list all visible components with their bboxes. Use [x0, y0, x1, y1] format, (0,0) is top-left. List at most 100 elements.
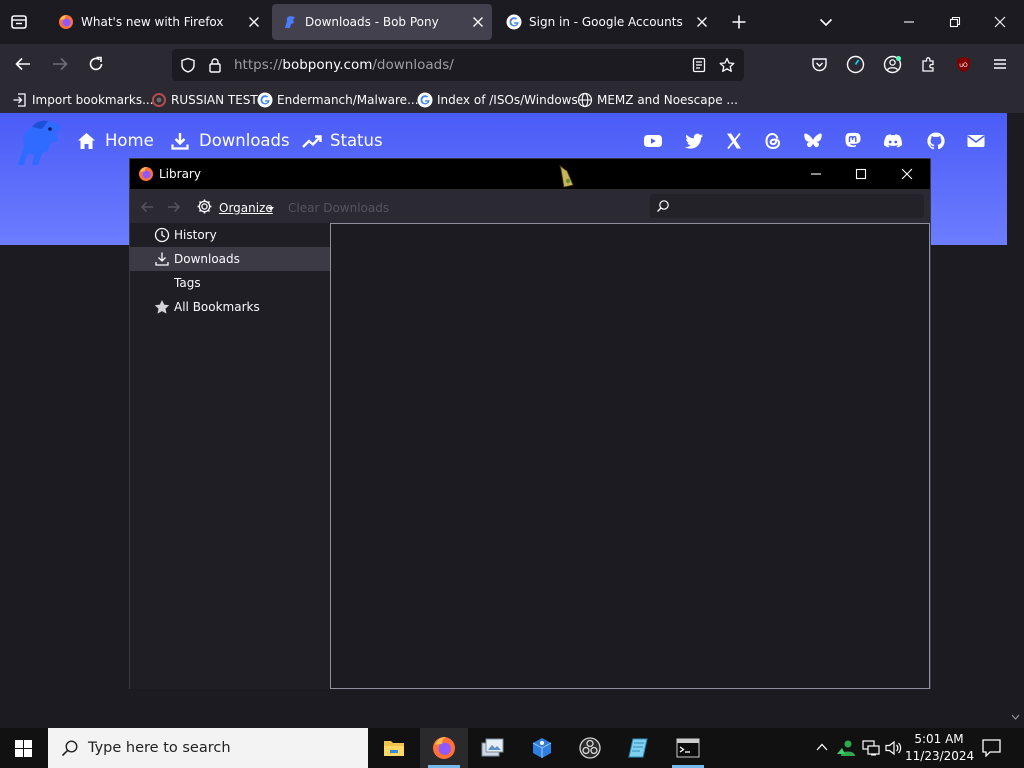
show-hidden-icons-icon[interactable]	[816, 742, 828, 752]
taskbar-search-box[interactable]: Type here to search	[48, 728, 368, 768]
bobpony-logo-icon[interactable]	[12, 117, 64, 167]
youtube-icon[interactable]	[643, 131, 663, 151]
sidebar-item-label: Downloads	[174, 252, 240, 266]
restore-icon[interactable]	[949, 16, 961, 28]
star-icon	[154, 299, 170, 315]
tab-whats-new[interactable]: What's new with Firefox	[48, 4, 268, 40]
tracking-protection-icon[interactable]	[180, 57, 196, 73]
taskbar-obs[interactable]	[566, 728, 614, 768]
close-tab-icon[interactable]	[472, 16, 484, 28]
tab-downloads-bob-pony[interactable]: Downloads - Bob Pony	[272, 4, 492, 40]
file-explorer-icon	[383, 738, 405, 758]
forward-icon[interactable]	[51, 55, 69, 73]
organize-label: Organize	[219, 201, 273, 215]
extensions-icon[interactable]	[920, 56, 937, 73]
taskbar-file-explorer[interactable]	[370, 728, 418, 768]
pocket-icon[interactable]	[811, 56, 828, 73]
downloads-list[interactable]	[330, 223, 930, 689]
sidebar-item-label: History	[174, 228, 217, 242]
taskbar-firefox[interactable]	[420, 728, 468, 768]
bookmark-import[interactable]: Import bookmarks...	[12, 90, 154, 108]
ublock-origin-icon[interactable]: uO	[955, 56, 972, 73]
navigation-toolbar: https://bobpony.com/downloads/ uO	[0, 44, 1024, 85]
library-minimize-icon[interactable]	[810, 168, 822, 180]
x-icon[interactable]	[724, 131, 744, 151]
library-titlebar[interactable]: Library	[130, 159, 930, 189]
nav-downloads[interactable]: Downloads	[171, 130, 290, 152]
organize-button[interactable]: Organize	[196, 197, 276, 217]
scroll-down-icon[interactable]	[1011, 714, 1020, 720]
google-icon	[257, 92, 273, 108]
sidebar-item-downloads[interactable]: Downloads	[130, 247, 330, 271]
gear-icon	[196, 198, 213, 215]
reader-view-icon[interactable]	[691, 57, 707, 73]
import-icon	[12, 92, 28, 108]
close-tab-icon[interactable]	[696, 16, 708, 28]
notifications-icon[interactable]	[982, 739, 1001, 757]
nav-status[interactable]: Status	[302, 130, 383, 152]
taskbar-settings-cube[interactable]	[518, 728, 566, 768]
volume-icon[interactable]	[885, 740, 903, 756]
bookmark-memz[interactable]: MEMZ and Noescape ...	[577, 90, 738, 108]
photos-icon	[481, 738, 504, 758]
library-search-input[interactable]	[650, 194, 924, 218]
mail-icon[interactable]	[966, 131, 986, 151]
list-all-tabs-icon[interactable]	[818, 14, 834, 30]
tab-google-sign-in[interactable]: Sign in - Google Accounts	[496, 4, 716, 40]
firefox-icon	[138, 166, 154, 182]
dropdown-arrow-icon	[268, 207, 274, 211]
speedometer-icon[interactable]	[846, 55, 865, 74]
account-icon[interactable]	[883, 55, 902, 74]
sidebar-item-tags[interactable]: Tags	[130, 271, 330, 295]
clear-downloads-button[interactable]: Clear Downloads	[288, 200, 389, 216]
nav-label: Downloads	[199, 131, 290, 150]
firefox-view-icon[interactable]	[10, 13, 28, 31]
library-forward-icon[interactable]	[166, 199, 182, 215]
home-icon	[77, 132, 96, 150]
windows-start-icon[interactable]	[15, 740, 32, 757]
minimize-icon[interactable]	[903, 16, 915, 28]
address-bar[interactable]: https://bobpony.com/downloads/	[172, 49, 744, 81]
close-tab-icon[interactable]	[248, 16, 260, 28]
sidebar-item-history[interactable]: History	[130, 223, 330, 247]
library-maximize-icon[interactable]	[855, 168, 867, 180]
tab-title: What's new with Firefox	[81, 15, 224, 29]
twitter-icon[interactable]	[684, 131, 704, 151]
taskbar-terminal[interactable]	[664, 728, 712, 768]
tab-title: Downloads - Bob Pony	[305, 15, 439, 29]
taskbar-notepad[interactable]	[614, 728, 662, 768]
threads-icon[interactable]	[763, 131, 783, 151]
download-icon	[154, 251, 170, 267]
google-icon	[417, 92, 433, 108]
clock-date: 11/23/2024	[905, 749, 975, 763]
windows-taskbar: Type here to search 5:01 AM 11/23/2024	[0, 728, 1024, 768]
bookmark-russian-test[interactable]: RUSSIAN TEST	[151, 90, 258, 108]
bookmark-endermanch[interactable]: Endermanch/Malware...	[257, 90, 419, 108]
url-host: bobpony.com	[282, 57, 373, 73]
close-window-icon[interactable]	[994, 16, 1006, 28]
discord-icon[interactable]	[883, 131, 903, 151]
taskbar-clock[interactable]: 5:01 AM 11/23/2024	[905, 731, 975, 765]
sidebar-item-all-bookmarks[interactable]: All Bookmarks	[130, 295, 330, 319]
new-tab-icon[interactable]	[731, 14, 747, 30]
url-text[interactable]: https://bobpony.com/downloads/	[234, 57, 454, 73]
library-back-icon[interactable]	[139, 199, 155, 215]
bluesky-icon[interactable]	[803, 131, 823, 151]
network-icon[interactable]	[862, 740, 880, 756]
back-icon[interactable]	[14, 55, 32, 73]
lock-icon[interactable]	[207, 57, 223, 73]
library-close-icon[interactable]	[901, 168, 913, 180]
clock-time: 5:01 AM	[914, 732, 964, 746]
taskbar-photos[interactable]	[468, 728, 516, 768]
github-icon[interactable]	[926, 131, 946, 151]
reload-icon[interactable]	[87, 55, 105, 73]
bookmark-star-icon[interactable]	[719, 57, 735, 73]
page-scrollbar[interactable]	[1007, 113, 1024, 728]
mastodon-icon[interactable]	[843, 131, 863, 151]
bookmark-index-isos[interactable]: Index of /ISOs/Windows	[417, 90, 578, 108]
user-tray-icon[interactable]	[836, 738, 856, 758]
library-sidebar: History Downloads Tags All Bookmarks	[130, 223, 330, 689]
nav-home[interactable]: Home	[77, 130, 154, 152]
hamburger-menu-icon[interactable]	[992, 56, 1008, 72]
sidebar-item-label: Tags	[174, 276, 201, 290]
